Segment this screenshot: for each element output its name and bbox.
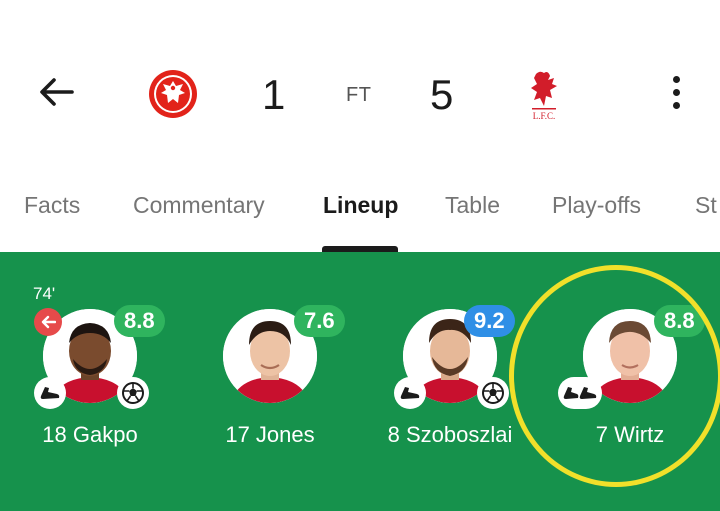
player-name: 18 Gakpo [42,422,138,447]
tab-table[interactable]: Table [445,192,500,219]
home-score: 1 [262,71,286,118]
tab-play-offs[interactable]: Play-offs [552,192,641,219]
player-card[interactable]: 74' 8.8 18 Gakpo [0,252,180,511]
double-assist-boot-icon [558,377,602,409]
lineup-pitch: 74' 8.8 18 Gakpo 7.6 17 Jones 9.2 8 Szob… [0,252,720,511]
more-dot-icon [672,88,680,96]
player-rating-badge: 9.2 [464,305,515,337]
player-card[interactable]: 9.2 8 Szoboszlai [360,252,540,511]
tab-facts[interactable]: Facts [24,192,80,219]
back-button[interactable] [36,72,76,112]
player-name: 7 Wirtz [595,422,665,447]
more-dot-icon [672,101,680,109]
goal-ball-icon [117,377,149,409]
player-name: 17 Jones [225,422,315,447]
player-rating-badge: 8.8 [114,305,165,337]
away-score: 5 [430,71,454,118]
crest-text: L.F.C. [533,111,556,121]
match-tabs: Facts Commentary Lineup Table Play-offs … [0,180,720,252]
assist-boot-icon [394,377,426,409]
assist-boot-icon [34,377,66,409]
match-status: FT [346,84,372,106]
goal-ball-icon [477,377,509,409]
more-options-button[interactable] [664,72,688,112]
player-card[interactable]: 8.8 7 Wirtz [540,252,720,511]
eintracht-frankfurt-crest-icon[interactable] [148,69,198,119]
substitution-time: 74' [33,284,56,303]
arrow-left-icon [40,78,74,106]
tab-lineup[interactable]: Lineup [323,192,398,219]
player-name: 8 Szoboszlai [387,422,513,447]
player-card[interactable]: 7.6 17 Jones [180,252,360,511]
tab-commentary[interactable]: Commentary [133,192,265,219]
player-rating-badge: 8.8 [654,305,705,337]
substituted-off-icon [34,308,62,336]
player-rating-badge: 7.6 [294,305,345,337]
more-dot-icon [672,75,680,83]
tab-stats[interactable]: St [695,192,717,219]
liverpool-crest-icon[interactable]: L.F.C. [526,68,562,122]
